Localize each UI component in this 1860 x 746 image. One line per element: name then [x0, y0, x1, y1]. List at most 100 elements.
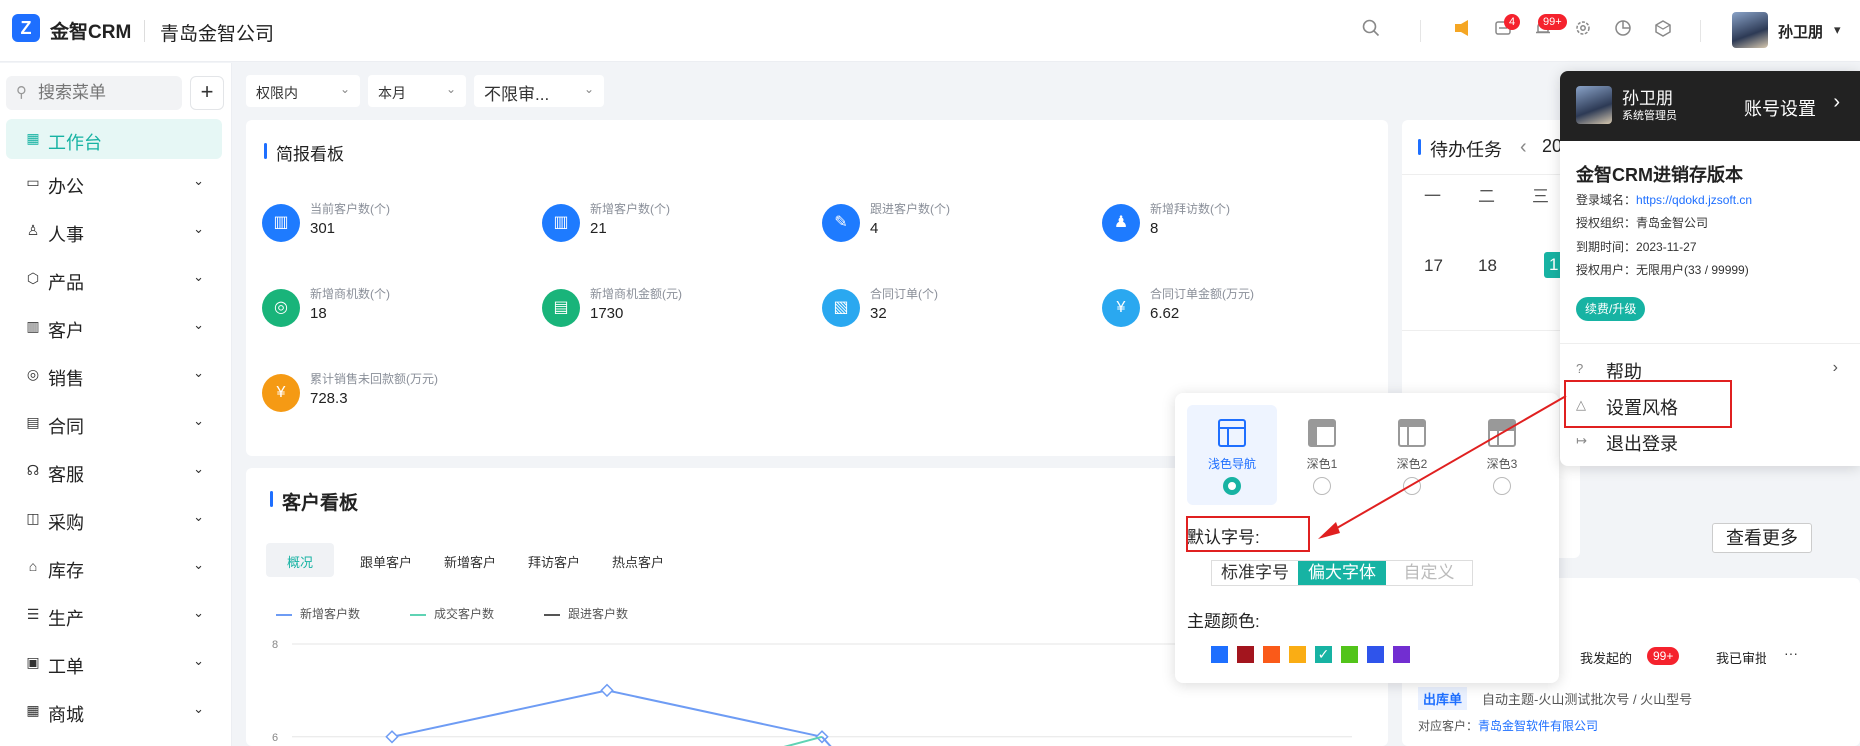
period-select[interactable]: 本月 ⌄ — [368, 75, 466, 107]
style-option-light-nav[interactable]: 浅色导航 — [1187, 405, 1277, 505]
sidebar-item-contract[interactable]: ▤ 合同 ⌄ — [6, 403, 222, 443]
legend-swatch — [544, 613, 560, 616]
stat-value: 4 — [870, 220, 879, 237]
stat-new-customers[interactable]: ▥ 新增客户数(个) 21 — [542, 200, 802, 250]
menu-search-input[interactable] — [38, 82, 176, 104]
chevron-down-icon: ⌄ — [193, 701, 204, 716]
sidebar-item-hr[interactable]: ♙ 人事 ⌄ — [6, 211, 222, 251]
avatar[interactable] — [1732, 12, 1768, 48]
stat-label: 新增客户数(个) — [590, 202, 670, 216]
user-name[interactable]: 孙卫朋 — [1778, 21, 1823, 42]
chevron-down-icon: ⌄ — [193, 509, 204, 524]
sidebar-item-sales[interactable]: ◎ 销售 ⌄ — [6, 355, 222, 395]
customer-link[interactable]: 青岛金智软件有限公司 — [1478, 717, 1598, 734]
style-radio[interactable] — [1223, 477, 1241, 495]
theme-color-teal-selected[interactable]: ✓ — [1315, 646, 1332, 663]
menu-search[interactable]: ⚲ — [6, 76, 182, 110]
building-icon: ▥ — [542, 204, 580, 242]
chevron-down-icon: ⌄ — [193, 317, 204, 332]
chevron-down-icon: ⌄ — [193, 221, 204, 236]
theme-color-orange[interactable] — [1263, 646, 1280, 663]
font-size-large[interactable]: 偏大字体 — [1298, 561, 1386, 585]
theme-color-indigo[interactable] — [1367, 646, 1384, 663]
sidebar-item-workbench[interactable]: ▦ 工作台 — [6, 119, 222, 159]
sidebar-item-mall[interactable]: ▦ 商城 ⌄ — [6, 691, 222, 731]
stat-contract-amount[interactable]: ¥ 合同订单金额(万元) 6.62 — [1102, 285, 1362, 335]
calendar-day[interactable]: 17 — [1424, 256, 1443, 276]
sidebar-item-purchase[interactable]: ◫ 采购 ⌄ — [6, 499, 222, 539]
calendar-day[interactable]: 18 — [1478, 256, 1497, 276]
approval-item-title[interactable]: 自动主题-火山测试批次号 / 火山型号 — [1482, 689, 1692, 708]
stat-unpaid-amount[interactable]: ¥ 累计销售未回款额(万元) 728.3 — [262, 370, 522, 420]
login-domain-link[interactable]: https://qdokd.jzsoft.cn — [1636, 193, 1752, 207]
message-badge: 4 — [1504, 14, 1521, 30]
theme-color-gold[interactable] — [1289, 646, 1306, 663]
customer-board-title: 客户看板 — [270, 488, 358, 515]
info-label: 登录域名： — [1576, 193, 1637, 207]
sidebar-item-service[interactable]: ☊ 客服 ⌄ — [6, 451, 222, 491]
chevron-down-icon: ⌄ — [445, 82, 456, 96]
chart-data-point[interactable] — [385, 730, 399, 744]
chevron-right-icon[interactable]: › — [1833, 91, 1840, 114]
sidebar-item-label: 生产 — [48, 609, 84, 629]
gear-icon[interactable] — [1572, 19, 1594, 41]
legend-label: 新增客户数 — [300, 607, 361, 621]
annotation-box-font-size — [1186, 516, 1310, 552]
font-size-standard[interactable]: 标准字号 — [1212, 561, 1298, 585]
expire-row: 到期时间：2023-11-27 — [1576, 238, 1697, 255]
renew-upgrade-button[interactable]: 续费/升级 — [1576, 297, 1646, 321]
pie-chart-icon[interactable] — [1612, 19, 1634, 41]
tab-started-by-me[interactable]: 我发起的 — [1580, 648, 1632, 667]
tab-followup[interactable]: 跟单客户 — [360, 552, 412, 571]
search-icon[interactable] — [1360, 19, 1382, 41]
account-header[interactable]: 孙卫朋 系统管理员 账号设置 › — [1560, 71, 1860, 141]
tab-visit[interactable]: 拜访客户 — [528, 552, 580, 571]
theme-color-blue[interactable] — [1211, 646, 1228, 663]
legend-followup-customers[interactable]: 跟进客户数 — [544, 605, 628, 622]
sidebar-item-workorder[interactable]: ▣ 工单 ⌄ — [6, 643, 222, 683]
stat-current-customers[interactable]: ▥ 当前客户数(个) 301 — [262, 200, 522, 250]
company-name[interactable]: 青岛金智公司 — [160, 19, 274, 46]
scope-select[interactable]: 权限内 ⌄ — [246, 75, 360, 107]
prev-month-icon[interactable]: ‹ — [1520, 136, 1527, 159]
stat-new-opportunities[interactable]: ◎ 新增商机数(个) 18 — [262, 285, 522, 335]
weekday-label: 三 — [1532, 187, 1549, 206]
app-logo[interactable]: Z — [12, 14, 40, 42]
chevron-down-icon: ⌄ — [193, 557, 204, 572]
theme-color-darkred[interactable] — [1237, 646, 1254, 663]
view-more-button[interactable]: 查看更多 — [1712, 523, 1812, 553]
chevron-down-icon: ⌄ — [193, 269, 204, 284]
legend-closed-customers[interactable]: 成交客户数 — [410, 605, 494, 622]
stat-value: 21 — [590, 220, 607, 237]
stat-followup-customers[interactable]: ✎ 跟进客户数(个) 4 — [822, 200, 1082, 250]
stat-new-visits[interactable]: ♟ 新增拜访数(个) 8 — [1102, 200, 1362, 250]
review-select[interactable]: 不限审... ⌄ — [474, 75, 604, 107]
tab-new[interactable]: 新增客户 — [444, 552, 496, 571]
account-role: 系统管理员 — [1622, 110, 1677, 122]
add-menu-button[interactable]: + — [190, 76, 224, 110]
legend-new-customers[interactable]: 新增客户数 — [276, 605, 360, 622]
sidebar-item-production[interactable]: ☰ 生产 ⌄ — [6, 595, 222, 635]
font-size-custom[interactable]: 自定义 — [1386, 561, 1472, 585]
sidebar-item-office[interactable]: ▭ 办公 ⌄ — [6, 163, 222, 203]
sidebar-item-customer[interactable]: ▥ 客户 ⌄ — [6, 307, 222, 347]
theme-color-purple[interactable] — [1393, 646, 1410, 663]
stat-opportunity-amount[interactable]: ▤ 新增商机金额(元) 1730 — [542, 285, 802, 335]
cube-icon[interactable] — [1652, 19, 1674, 41]
money-doc-icon: ¥ — [1102, 289, 1140, 327]
tab-approved-by-me[interactable]: 我已审批 — [1716, 648, 1766, 667]
theme-color-green[interactable] — [1341, 646, 1358, 663]
sidebar-item-inventory[interactable]: ⌂ 库存 ⌄ — [6, 547, 222, 587]
announcement-icon[interactable] — [1452, 19, 1474, 41]
tab-hot[interactable]: 热点客户 — [612, 552, 664, 571]
chart-data-point[interactable] — [600, 683, 614, 698]
menu-item-logout[interactable]: ↦ 退出登录 — [1560, 427, 1860, 457]
more-dots-icon[interactable]: ··· — [1784, 645, 1798, 661]
sidebar-item-product[interactable]: ⬡ 产品 ⌄ — [6, 259, 222, 299]
stat-contract-orders[interactable]: ▧ 合同订单(个) 32 — [822, 285, 1082, 335]
account-settings-link[interactable]: 账号设置 — [1744, 95, 1816, 121]
stat-value: 301 — [310, 220, 336, 237]
chevron-down-icon: ⌄ — [583, 82, 594, 96]
caret-down-icon[interactable]: ▾ — [1834, 22, 1841, 38]
tab-overview[interactable]: 概况 — [287, 552, 313, 571]
